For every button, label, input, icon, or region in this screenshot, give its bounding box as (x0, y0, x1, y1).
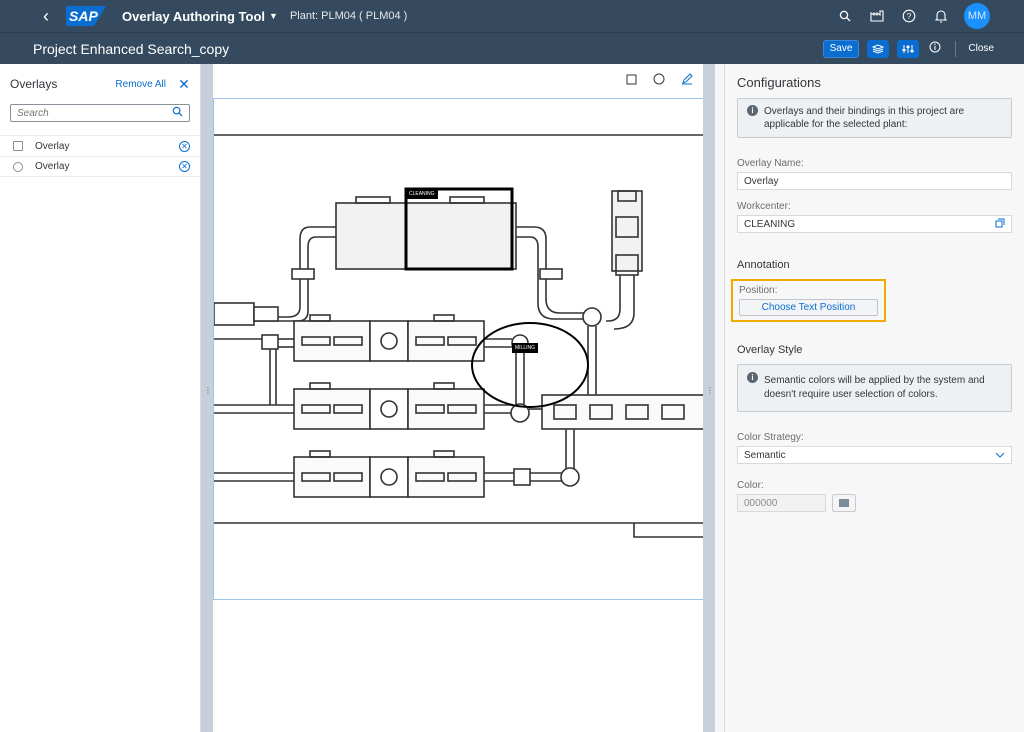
overlay-style-title: Overlay Style (737, 344, 803, 356)
color-strategy-value: Semantic (744, 449, 786, 461)
factory-icon[interactable] (868, 7, 886, 25)
logo-text: SAP (69, 8, 98, 24)
position-label: Position: (739, 285, 778, 296)
save-button[interactable]: Save (822, 39, 860, 58)
document-page: CLEANING MILLING (213, 98, 706, 600)
value-help-icon[interactable] (995, 218, 1005, 231)
pen-tool-icon[interactable] (680, 72, 694, 86)
search-icon[interactable] (172, 106, 183, 120)
back-icon[interactable]: ‹ (32, 6, 60, 27)
color-strategy-select[interactable]: Semantic (737, 446, 1012, 464)
overlay-search (10, 104, 190, 122)
milling-tag[interactable]: MILLING (512, 343, 539, 353)
info-message: Overlays and their bindings in this proj… (764, 106, 965, 130)
sap-logo: SAP (66, 6, 106, 26)
search-input[interactable] (17, 107, 172, 119)
overlays-panel: Overlays Remove All ✕ Overlay ✕ Overlay … (0, 64, 201, 732)
delete-icon[interactable]: ✕ (179, 140, 190, 152)
drawing-toolbar (624, 72, 694, 86)
style-message: Semantic colors will be applied by the s… (764, 375, 985, 400)
configurations-title: Configurations (737, 75, 821, 90)
delete-icon[interactable]: ✕ (179, 161, 190, 172)
choose-text-position-button[interactable]: Choose Text Position (739, 299, 878, 316)
caret-down-icon: ▼ (269, 11, 278, 21)
close-icon[interactable]: ✕ (178, 76, 190, 93)
right-splitter[interactable]: ⋮ (703, 64, 715, 732)
list-item[interactable]: Overlay ✕ (0, 135, 200, 156)
color-input[interactable]: 000000 (737, 494, 826, 512)
settings-sliders-icon[interactable] (897, 39, 920, 58)
overlay-name-label: Overlay Name: (737, 158, 804, 169)
workcenter-value: CLEANING (744, 218, 796, 230)
bell-icon[interactable] (932, 7, 950, 25)
info-message-strip: i Overlays and their bindings in this pr… (737, 98, 1012, 138)
close-button[interactable]: Close (968, 43, 994, 54)
list-item[interactable]: Overlay ✕ (0, 156, 200, 177)
overlays-title: Overlays (10, 77, 58, 91)
workcenter-input[interactable]: CLEANING (737, 215, 1012, 233)
style-message-strip: i Semantic colors will be applied by the… (737, 364, 1012, 412)
overlay-label: Overlay (35, 161, 70, 172)
avatar[interactable]: MM (964, 3, 990, 29)
svg-text:?: ? (907, 12, 912, 21)
configurations-panel: Configurations i Overlays and their bind… (724, 64, 1024, 732)
info-icon[interactable] (927, 41, 943, 56)
app-title: Overlay Authoring Tool (122, 8, 266, 24)
chevron-down-icon (995, 450, 1005, 460)
overlay-label: Overlay (35, 140, 70, 152)
overlay-radio[interactable] (13, 161, 23, 172)
overlay-checkbox[interactable] (13, 141, 23, 151)
color-label: Color: (737, 480, 764, 491)
rectangle-tool-icon[interactable] (624, 72, 638, 86)
plant-label: Plant: PLM04 ( PLM04 ) (289, 10, 408, 22)
piping-diagram (214, 134, 705, 538)
annotation-title: Annotation (737, 259, 790, 271)
workcenter-label: Workcenter: (737, 201, 791, 212)
page-header: Project Enhanced Search_copy Save Close (0, 32, 1024, 64)
circle-tool-icon[interactable] (652, 72, 666, 86)
search-icon[interactable] (836, 7, 854, 25)
color-strategy-label: Color Strategy: (737, 432, 804, 443)
shell-bar: ‹ SAP Overlay Authoring Tool ▼ Plant: PL… (0, 0, 1024, 32)
overlay-name-value: Overlay (744, 175, 779, 187)
canvas-area: ⋮ CLEANING MILLING ⋮ (201, 64, 715, 732)
layers-icon[interactable] (867, 39, 890, 58)
color-picker-button[interactable] (832, 494, 856, 512)
left-splitter[interactable]: ⋮ (201, 64, 213, 732)
color-swatch-icon (839, 499, 849, 507)
help-icon[interactable]: ? (900, 7, 918, 25)
app-title-menu[interactable]: Overlay Authoring Tool ▼ (122, 9, 278, 24)
header-divider (955, 40, 957, 57)
info-icon: i (747, 105, 758, 116)
position-highlight: Position: Choose Text Position (731, 279, 886, 322)
canvas[interactable]: CLEANING MILLING (213, 64, 706, 732)
page-title: Project Enhanced Search_copy (33, 40, 230, 57)
overlay-name-input[interactable]: Overlay (737, 172, 1012, 190)
info-icon: i (747, 372, 758, 383)
overlay-list: Overlay ✕ Overlay ✕ (0, 135, 200, 177)
color-value: 000000 (744, 497, 778, 509)
remove-all-link[interactable]: Remove All (115, 79, 166, 90)
cleaning-tag[interactable]: CLEANING (406, 189, 438, 199)
